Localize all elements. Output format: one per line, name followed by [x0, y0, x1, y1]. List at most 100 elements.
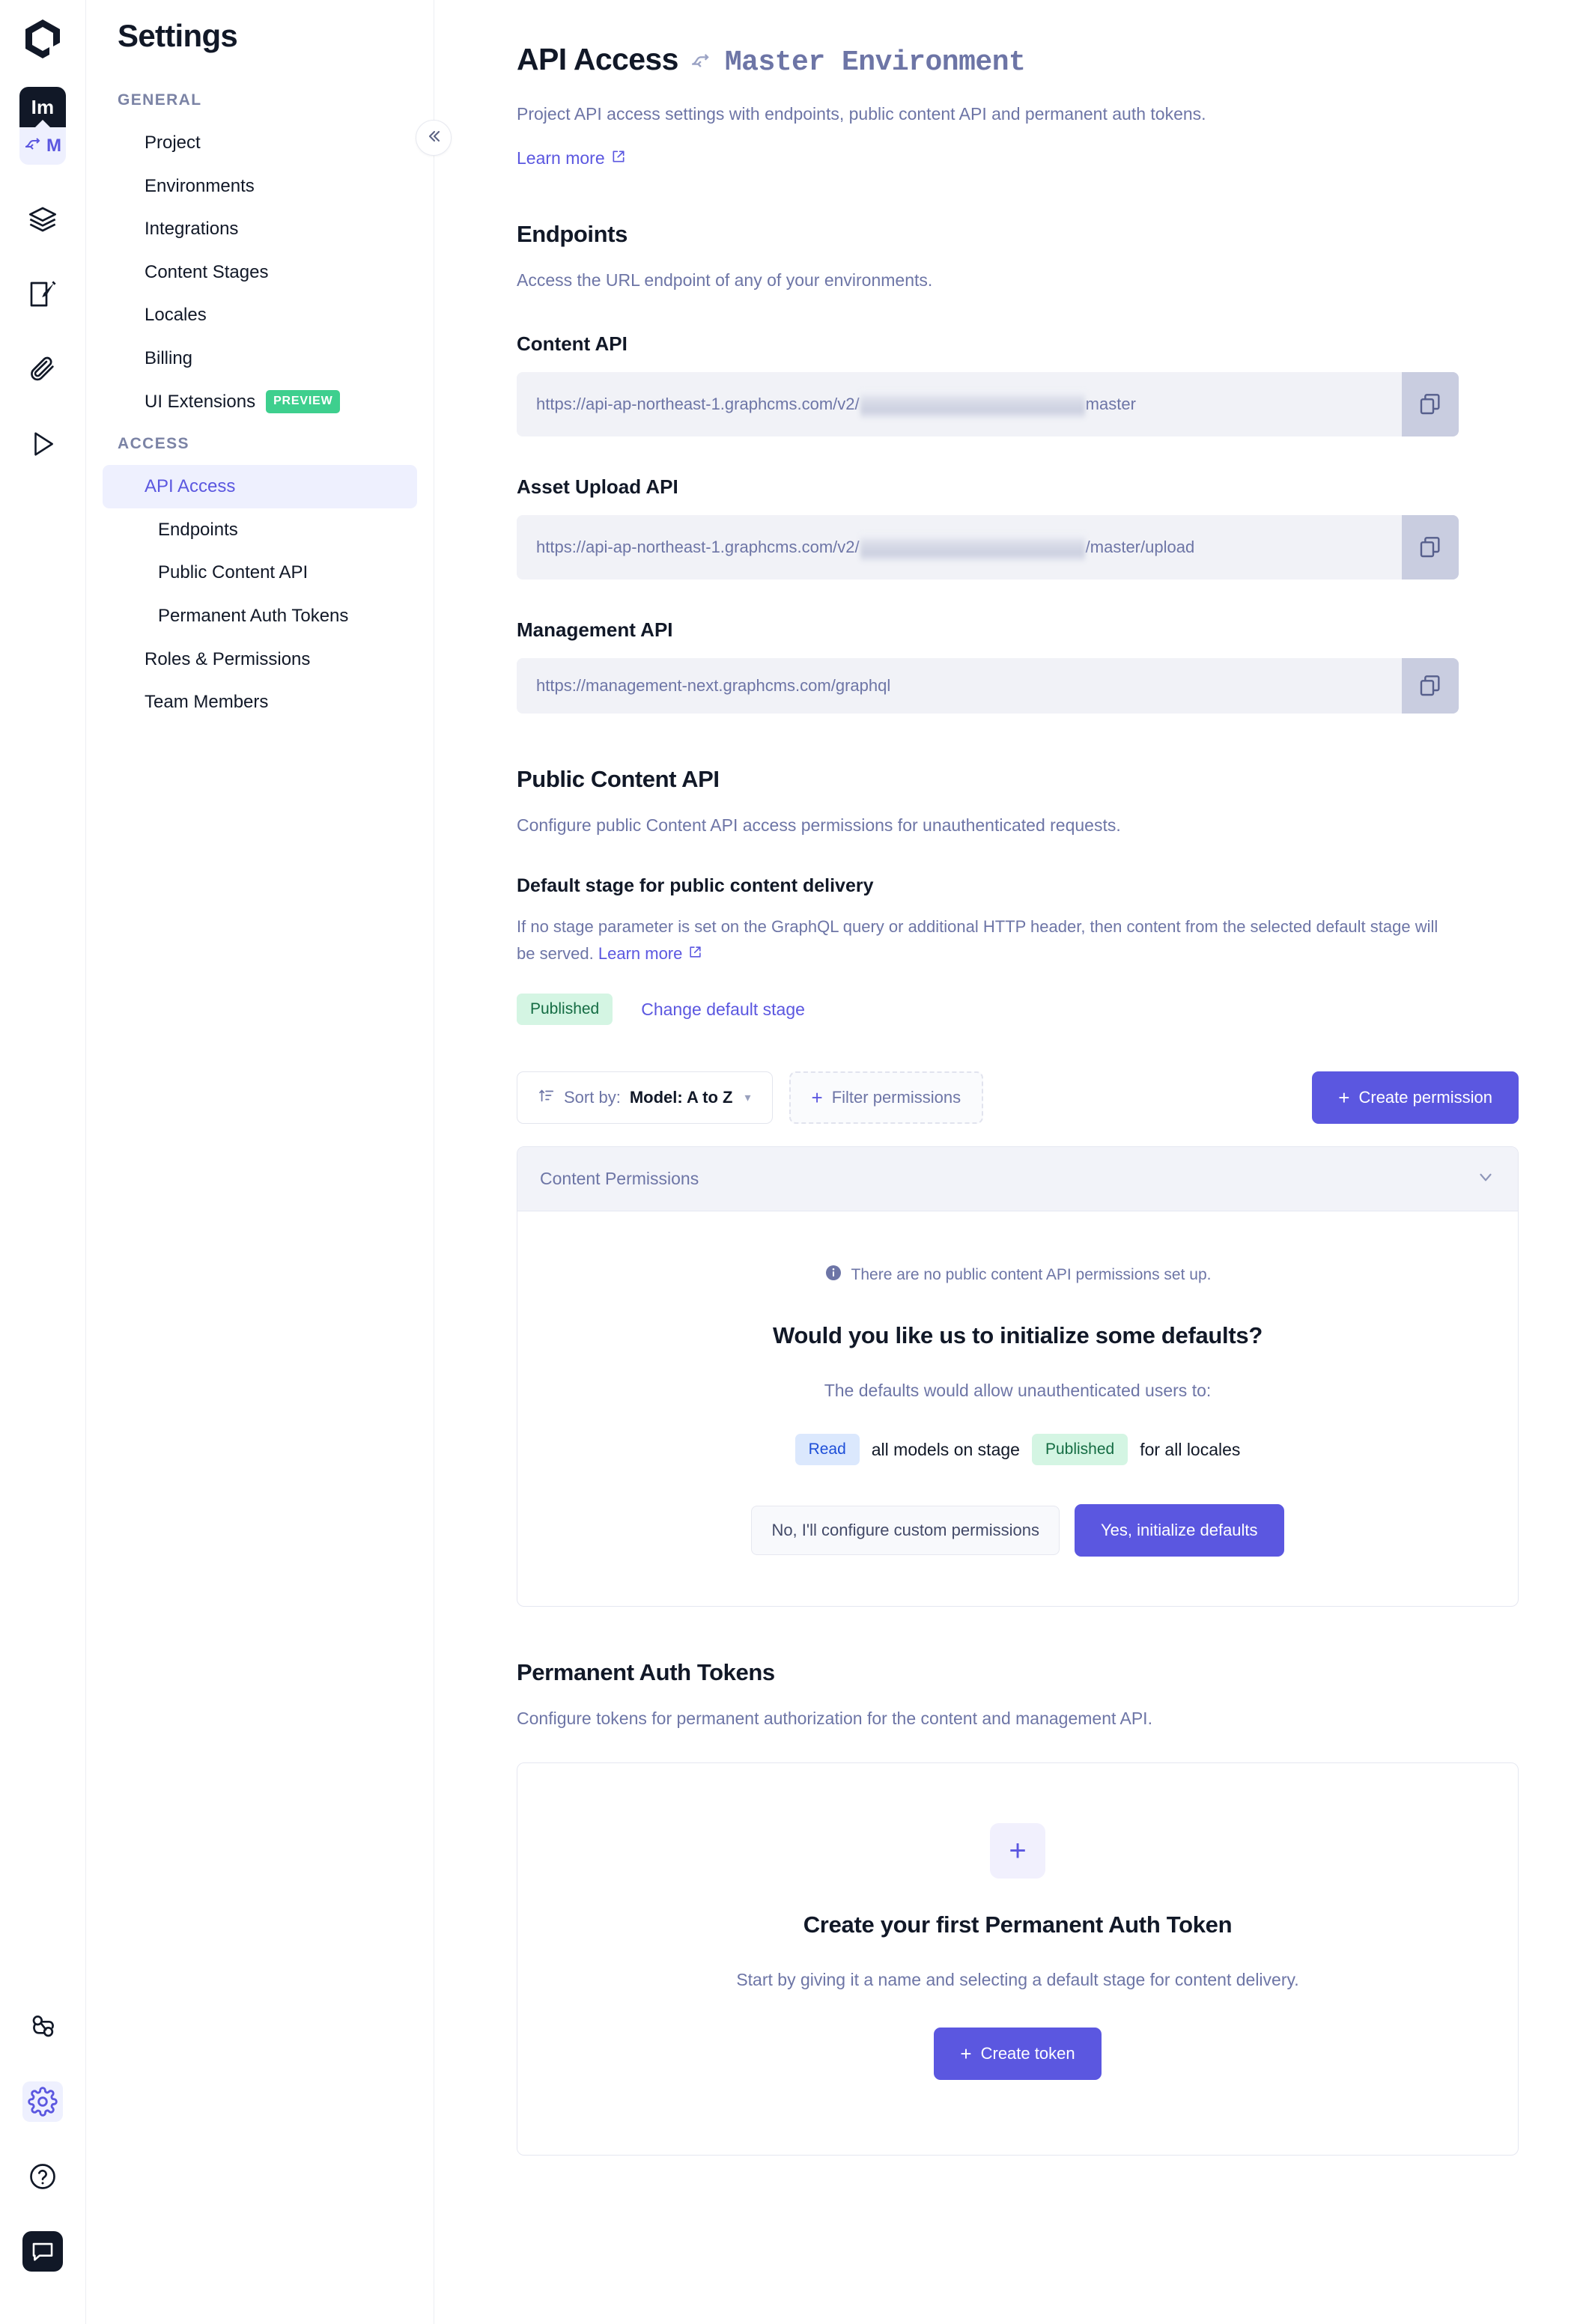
create-token-label: Create token [980, 2043, 1075, 2063]
sort-ascending-icon [538, 1087, 555, 1108]
icon-rail: Im M [0, 0, 86, 2324]
permanent-auth-tokens-description: Configure tokens for permanent authoriza… [517, 1709, 1152, 1729]
learn-more-row: Learn more [517, 148, 1453, 168]
sidebar-item-label: API Access [145, 476, 236, 497]
graphcms-logo-icon[interactable] [22, 19, 64, 61]
sort-by-button[interactable]: Sort by: Model: A to Z ▾ [517, 1071, 773, 1125]
content-api-value[interactable]: https://api-ap-northeast-1.graphcms.com/… [517, 372, 1402, 436]
chevron-down-icon: ▾ [744, 1092, 751, 1105]
permission-mid-text: all models on stage [871, 1439, 1020, 1459]
status-badge: Published [517, 994, 613, 1026]
content-permissions-panel-header[interactable]: Content Permissions [517, 1147, 1518, 1212]
asset-upload-api-value[interactable]: https://api-ap-northeast-1.graphcms.com/… [517, 515, 1402, 580]
sidebar-item-endpoints[interactable]: Endpoints [103, 508, 417, 552]
plus-icon: + [990, 1822, 1045, 1879]
filter-permissions-label: Filter permissions [831, 1088, 961, 1107]
main-content: API Access Master Environment Project AP… [434, 0, 1589, 2324]
sidebar-item-locales[interactable]: Locales [103, 293, 417, 337]
sort-by-prefix: Sort by: [564, 1088, 621, 1107]
help-question-icon[interactable] [22, 2156, 63, 2197]
sidebar-item-team-members[interactable]: Team Members [103, 681, 417, 724]
schema-layers-icon[interactable] [22, 199, 63, 240]
sidebar-item-environments[interactable]: Environments [103, 165, 417, 208]
sidebar-item-permanent-auth-tokens[interactable]: Permanent Auth Tokens [103, 594, 417, 638]
asset-upload-api-suffix: /master/upload [1085, 538, 1195, 557]
management-api-value[interactable]: https://management-next.graphcms.com/gra… [517, 658, 1402, 714]
assets-paperclip-icon[interactable] [22, 349, 63, 389]
create-first-token-subtext: Start by giving it a name and selecting … [736, 1969, 1299, 1989]
sidebar-item-billing[interactable]: Billing [103, 337, 417, 380]
preview-badge: PREVIEW [266, 389, 341, 414]
project-badge[interactable]: Im M [19, 87, 66, 165]
default-stage-helper: If no stage parameter is set on the Grap… [517, 913, 1445, 967]
settings-gear-icon[interactable] [22, 2081, 63, 2122]
create-permission-button[interactable]: + Create permission [1312, 1071, 1519, 1125]
default-stage-row: Published Change default stage [517, 994, 1453, 1026]
sidebar-item-roles-permissions[interactable]: Roles & Permissions [103, 638, 417, 681]
content-edit-icon[interactable] [22, 274, 63, 314]
sidebar-item-ui-extensions[interactable]: UI Extensions PREVIEW [103, 380, 417, 424]
sidebar-collapse-button[interactable] [416, 120, 452, 156]
sidebar-item-label: Integrations [145, 219, 239, 240]
permission-tail-text: for all locales [1140, 1439, 1241, 1459]
external-link-icon [688, 940, 702, 967]
default-stage-learn-more-link[interactable]: Learn more [598, 940, 703, 967]
api-access-heading: API Access Master Environment [517, 42, 1453, 79]
create-token-button[interactable]: + Create token [934, 2027, 1102, 2080]
chevron-double-left-icon [425, 127, 443, 149]
permissions-toolbar: Sort by: Model: A to Z ▾ + Filter permis… [517, 1071, 1519, 1125]
change-default-stage-link[interactable]: Change default stage [641, 1000, 805, 1020]
endpoints-description: Access the URL endpoint of any of your e… [517, 270, 933, 290]
api-playground-play-icon[interactable] [22, 424, 63, 464]
sidebar-item-label: Public Content API [158, 562, 309, 583]
sidebar-item-public-content-api[interactable]: Public Content API [103, 551, 417, 594]
sidebar-item-label: Permanent Auth Tokens [158, 605, 349, 626]
sidebar-item-label: Content Stages [145, 261, 269, 282]
sidebar-item-label: UI Extensions [145, 391, 256, 412]
nav-group-label-general: GENERAL [118, 91, 202, 109]
environment-branch-icon [24, 136, 43, 156]
content-permissions-panel-body: There are no public content API permissi… [517, 1211, 1518, 1606]
webhooks-icon[interactable] [22, 2007, 63, 2047]
sidebar-item-project[interactable]: Project [103, 121, 417, 165]
learn-more-link[interactable]: Learn more [517, 148, 626, 168]
decline-defaults-button[interactable]: No, I'll configure custom permissions [751, 1506, 1060, 1556]
copy-icon[interactable] [1402, 372, 1459, 437]
content-api-suffix: master [1085, 395, 1136, 414]
environment-letter: M [46, 136, 61, 156]
sidebar-item-content-stages[interactable]: Content Stages [103, 251, 417, 294]
copy-icon[interactable] [1402, 515, 1459, 580]
copy-icon[interactable] [1402, 658, 1459, 714]
redacted-project-id [860, 533, 1085, 562]
asset-upload-api-prefix: https://api-ap-northeast-1.graphcms.com/… [536, 538, 860, 557]
sidebar-item-label: Environments [145, 175, 255, 196]
external-link-icon [611, 148, 626, 168]
chevron-down-icon[interactable] [1476, 1167, 1495, 1190]
sidebar-item-label: Project [145, 133, 201, 153]
filter-permissions-button[interactable]: + Filter permissions [789, 1071, 984, 1125]
content-api-prefix: https://api-ap-northeast-1.graphcms.com/… [536, 395, 860, 414]
chat-support-icon[interactable] [22, 2231, 63, 2272]
sidebar-item-integrations[interactable]: Integrations [103, 207, 417, 251]
sidebar-item-label: Team Members [145, 692, 269, 713]
public-content-api-heading: Public Content API [517, 766, 720, 793]
sidebar-item-label: Roles & Permissions [145, 648, 311, 669]
sidebar-item-label: Locales [145, 305, 207, 326]
create-permission-label: Create permission [1358, 1088, 1492, 1107]
project-initials: Im [19, 87, 66, 127]
sidebar-item-label: Endpoints [158, 519, 238, 540]
info-circle-icon [824, 1264, 842, 1286]
initialize-defaults-actions: No, I'll configure custom permissions Ye… [547, 1504, 1488, 1557]
default-stage-label: Default stage for public content deliver… [517, 874, 874, 896]
content-api-label: Content API [517, 332, 628, 356]
learn-more-label: Learn more [517, 147, 605, 168]
learn-more-label: Learn more [598, 943, 683, 963]
sidebar-item-label: Billing [145, 347, 193, 368]
endpoints-heading: Endpoints [517, 220, 628, 247]
settings-sidebar: Settings GENERAL Project Environments In… [86, 0, 452, 2324]
accept-defaults-button[interactable]: Yes, initialize defaults [1075, 1504, 1284, 1557]
content-permissions-panel: Content Permissions There are no public … [517, 1146, 1519, 1607]
management-api-endpoint-row: https://management-next.graphcms.com/gra… [517, 658, 1459, 714]
sidebar-item-api-access[interactable]: API Access [103, 465, 417, 508]
no-permissions-note: There are no public content API permissi… [547, 1264, 1488, 1286]
